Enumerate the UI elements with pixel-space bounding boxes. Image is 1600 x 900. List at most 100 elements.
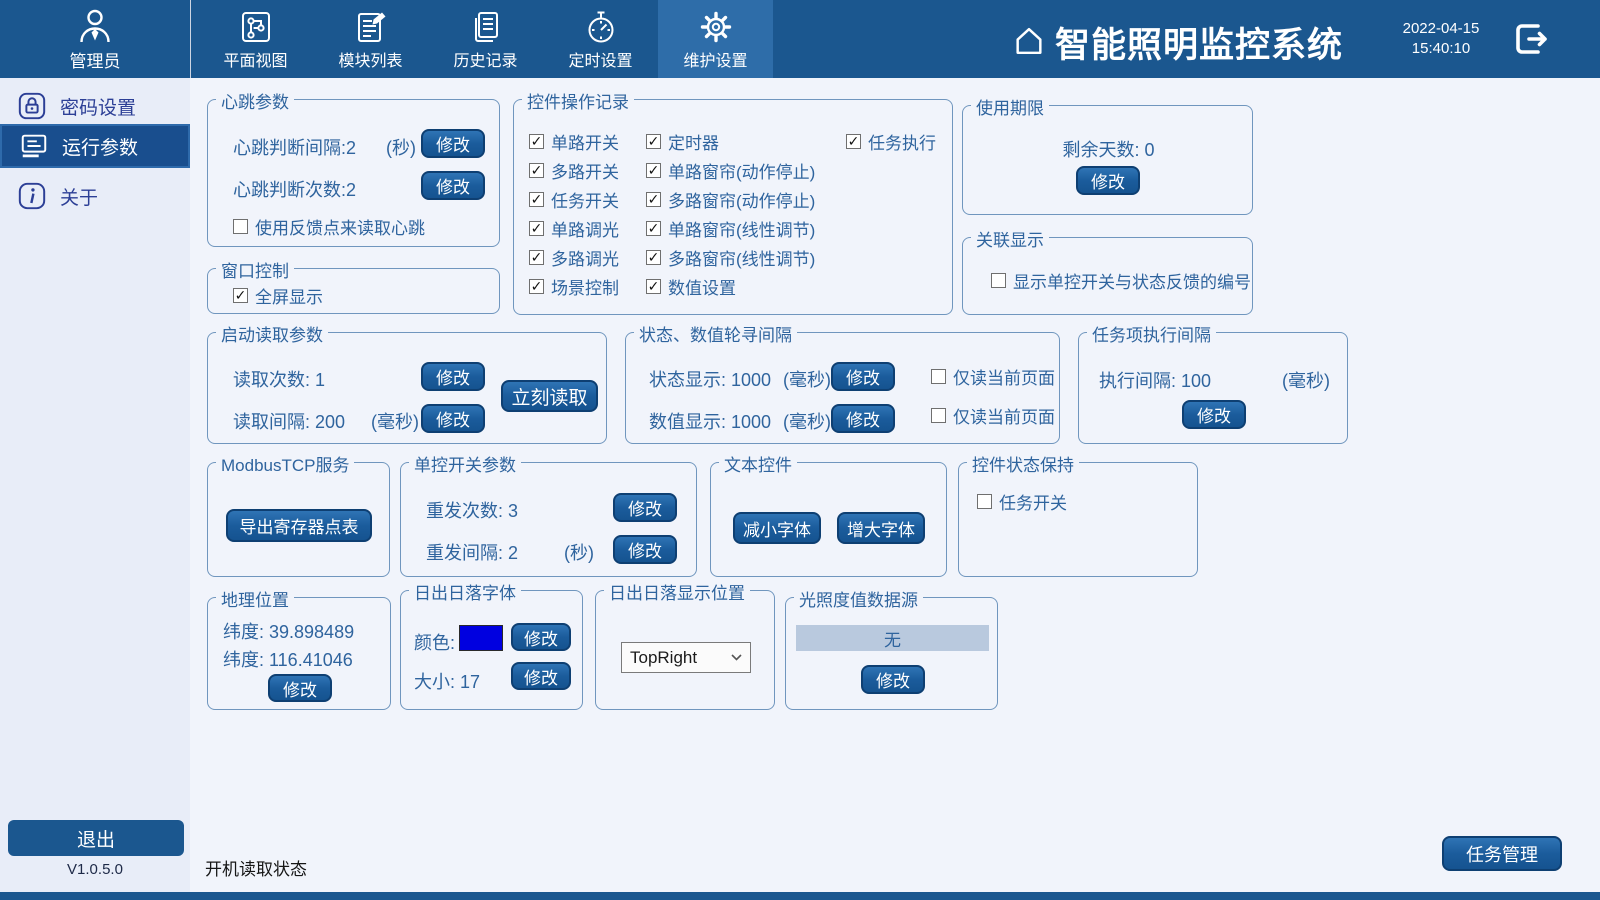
group-sunrise-font: 日出日落字体 颜色: 修改 大小: 17 修改 bbox=[400, 590, 583, 710]
group-title: 启动读取参数 bbox=[216, 321, 328, 346]
heartbeat-count-label: 心跳判断次数:2 bbox=[233, 176, 356, 202]
record-checkbox[interactable]: 单路调光 bbox=[529, 216, 619, 241]
nav-tabs: 平面视图 模块列表 历史记录 bbox=[198, 0, 773, 78]
tab-maintenance-settings[interactable]: 维护设置 bbox=[658, 0, 773, 78]
checkbox-box bbox=[646, 192, 661, 207]
decrease-font-button[interactable]: 减小字体 bbox=[733, 512, 821, 544]
group-title: 单控开关参数 bbox=[409, 451, 521, 476]
plan-view-icon bbox=[238, 8, 274, 46]
modify-button[interactable]: 修改 bbox=[1182, 400, 1246, 429]
record-checkbox[interactable]: 数值设置 bbox=[646, 274, 736, 299]
font-size-label: 大小: 17 bbox=[414, 668, 480, 694]
record-checkbox[interactable]: 单路窗帘(动作停止) bbox=[646, 158, 815, 183]
version-label: V1.0.5.0 bbox=[0, 861, 190, 878]
font-color-label: 颜色: bbox=[414, 629, 455, 655]
startup-read-status-text: 开机读取状态 bbox=[205, 855, 307, 880]
value-display-unit: (毫秒) bbox=[783, 408, 831, 434]
modify-button[interactable]: 修改 bbox=[421, 404, 485, 433]
group-title: 关联显示 bbox=[971, 226, 1049, 251]
group-title: 控件操作记录 bbox=[522, 88, 634, 113]
read-interval-unit: (毫秒) bbox=[371, 408, 419, 434]
group-startup-read: 启动读取参数 读取次数: 1 修改 读取间隔: 200 (毫秒) 修改 立刻读取 bbox=[207, 332, 607, 444]
checkbox-label: 单路窗帘(线性调节) bbox=[668, 216, 815, 241]
checkbox-label: 单路开关 bbox=[551, 129, 619, 154]
checkbox-label: 仅读当前页面 bbox=[953, 364, 1055, 389]
record-checkbox[interactable]: 多路窗帘(线性调节) bbox=[646, 245, 815, 270]
modify-button[interactable]: 修改 bbox=[861, 665, 925, 694]
sidebar-item-password-settings[interactable]: 密码设置 bbox=[0, 84, 190, 128]
header-time: 15:40:10 bbox=[1396, 39, 1486, 59]
sidebar-item-label: 密码设置 bbox=[60, 93, 136, 120]
group-assoc-display: 关联显示 显示单控开关与状态反馈的编号 bbox=[962, 237, 1253, 315]
longitude-label: 纬度: 116.41046 bbox=[223, 646, 353, 672]
task-manage-button[interactable]: 任务管理 bbox=[1442, 836, 1562, 871]
status-display-unit: (毫秒) bbox=[783, 366, 831, 392]
group-usage-limit: 使用期限 剩余天数: 0 修改 bbox=[962, 105, 1253, 215]
tab-module-list[interactable]: 模块列表 bbox=[313, 0, 428, 78]
tab-label: 历史记录 bbox=[453, 47, 517, 71]
checkbox-box bbox=[991, 273, 1006, 288]
checkbox-box bbox=[233, 219, 248, 234]
lock-icon bbox=[17, 91, 47, 121]
run-params-icon bbox=[19, 131, 49, 161]
tab-label: 定时设置 bbox=[568, 47, 632, 71]
record-checkbox[interactable]: 单路开关 bbox=[529, 129, 619, 154]
modify-button[interactable]: 修改 bbox=[268, 674, 332, 702]
only-current-page-checkbox[interactable]: 仅读当前页面 bbox=[931, 403, 1055, 428]
checkbox-label: 任务开关 bbox=[999, 489, 1067, 514]
checkbox-box bbox=[646, 221, 661, 236]
sunrise-position-select[interactable]: TopRight bbox=[621, 642, 751, 673]
increase-font-button[interactable]: 增大字体 bbox=[837, 512, 925, 544]
record-checkbox[interactable]: 任务开关 bbox=[529, 187, 619, 212]
record-checkbox[interactable]: 单路窗帘(线性调节) bbox=[646, 216, 815, 241]
modify-button[interactable]: 修改 bbox=[831, 404, 895, 433]
font-color-swatch[interactable] bbox=[459, 625, 503, 651]
group-modbus: ModbusTCP服务 导出寄存器点表 bbox=[207, 462, 390, 577]
checkbox-label: 全屏显示 bbox=[255, 283, 323, 308]
group-title: 状态、数值轮寻间隔 bbox=[634, 321, 797, 346]
group-state-keep: 控件状态保持 任务开关 bbox=[958, 462, 1198, 577]
modify-button[interactable]: 修改 bbox=[511, 623, 571, 651]
only-current-page-checkbox[interactable]: 仅读当前页面 bbox=[931, 364, 1055, 389]
modify-button[interactable]: 修改 bbox=[613, 493, 677, 522]
checkbox-label: 任务开关 bbox=[551, 187, 619, 212]
tab-timer-settings[interactable]: 定时设置 bbox=[543, 0, 658, 78]
checkbox-box bbox=[529, 221, 544, 236]
record-checkbox[interactable]: 多路开关 bbox=[529, 158, 619, 183]
modify-button[interactable]: 修改 bbox=[831, 362, 895, 391]
record-checkbox[interactable]: 任务执行 bbox=[846, 129, 936, 154]
checkbox-box bbox=[529, 134, 544, 149]
value-display-label: 数值显示: 1000 bbox=[649, 408, 771, 434]
exec-interval-label: 执行间隔: 100 bbox=[1099, 367, 1211, 393]
tab-history[interactable]: 历史记录 bbox=[428, 0, 543, 78]
admin-user-block: 管理员 bbox=[0, 0, 190, 78]
checkbox-label: 任务执行 bbox=[868, 129, 936, 154]
record-checkbox[interactable]: 定时器 bbox=[646, 129, 719, 154]
read-now-button[interactable]: 立刻读取 bbox=[501, 380, 598, 412]
record-checkbox[interactable]: 多路窗帘(动作停止) bbox=[646, 187, 815, 212]
checkbox-label: 定时器 bbox=[668, 129, 719, 154]
sidebar: 密码设置 运行参数 关于 退出 V1.0.5.0 bbox=[0, 78, 190, 892]
record-checkbox[interactable]: 多路调光 bbox=[529, 245, 619, 270]
task-switch-checkbox[interactable]: 任务开关 bbox=[977, 489, 1067, 514]
checkbox-label: 使用反馈点来读取心跳 bbox=[255, 214, 425, 239]
modify-button[interactable]: 修改 bbox=[421, 362, 485, 391]
tab-plan-view[interactable]: 平面视图 bbox=[198, 0, 313, 78]
show-switch-id-checkbox[interactable]: 显示单控开关与状态反馈的编号 bbox=[991, 268, 1251, 293]
export-register-table-button[interactable]: 导出寄存器点表 bbox=[226, 509, 372, 542]
record-checkbox[interactable]: 场景控制 bbox=[529, 274, 619, 299]
feedback-heartbeat-checkbox[interactable]: 使用反馈点来读取心跳 bbox=[233, 214, 425, 239]
read-interval-label: 读取间隔: 200 bbox=[233, 408, 345, 434]
modify-button[interactable]: 修改 bbox=[421, 171, 485, 200]
logout-icon[interactable] bbox=[1508, 17, 1552, 61]
exit-button[interactable]: 退出 bbox=[8, 820, 184, 856]
fullscreen-checkbox[interactable]: 全屏显示 bbox=[233, 283, 323, 308]
modify-button[interactable]: 修改 bbox=[421, 129, 485, 158]
sidebar-item-about[interactable]: 关于 bbox=[0, 174, 190, 218]
sidebar-item-run-params[interactable]: 运行参数 bbox=[0, 124, 190, 168]
group-sunrise-position: 日出日落显示位置 TopRight bbox=[595, 590, 775, 710]
modify-button[interactable]: 修改 bbox=[613, 535, 677, 564]
modify-button[interactable]: 修改 bbox=[511, 662, 571, 690]
heartbeat-interval-label: 心跳判断间隔:2 bbox=[233, 134, 356, 160]
modify-button[interactable]: 修改 bbox=[1076, 166, 1140, 195]
